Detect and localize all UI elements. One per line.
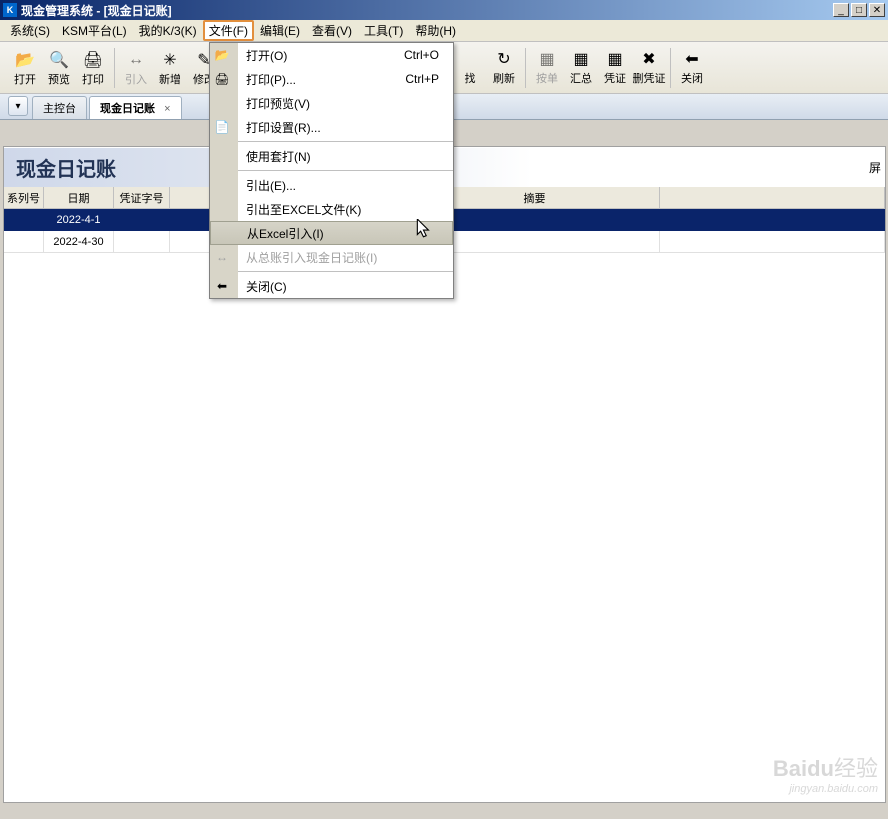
separator (238, 141, 453, 142)
close-icon: ⬅ (214, 278, 230, 294)
print-icon: 🖨 (76, 49, 110, 71)
menu-item-import-excel[interactable]: 从Excel引入(I) (210, 221, 453, 245)
title-bar: K 现金管理系统 - [现金日记账] _ □ ✕ (0, 0, 888, 20)
shortcut: Ctrl+P (405, 72, 445, 86)
menu-bar: 系统(S) KSM平台(L) 我的K/3(K) 文件(F) 编辑(E) 查看(V… (0, 20, 888, 42)
separator (525, 48, 526, 88)
minimize-button[interactable]: _ (833, 3, 849, 17)
menu-tools[interactable]: 工具(T) (358, 20, 409, 41)
menu-help[interactable]: 帮助(H) (409, 20, 462, 41)
menu-item-print-preview[interactable]: 打印预览(V) (238, 91, 453, 115)
cell-date: 2022-4-30 (44, 231, 114, 253)
col-extra[interactable] (660, 187, 885, 209)
app-icon: K (3, 3, 17, 17)
separator (238, 271, 453, 272)
tool-summary[interactable]: ▦ 汇总 (564, 48, 598, 88)
menu-myk3[interactable]: 我的K/3(K) (133, 20, 203, 41)
tab-close-button[interactable]: × (164, 103, 170, 115)
tab-main-console[interactable]: 主控台 (32, 96, 87, 119)
cell (114, 209, 170, 231)
window-controls: _ □ ✕ (833, 3, 885, 17)
right-label: 屏 (869, 159, 885, 176)
bill-icon: ▦ (530, 48, 564, 70)
cell (4, 231, 44, 253)
transfer-icon: ↔ (214, 249, 230, 265)
col-voucher-no[interactable]: 凭证字号 (114, 187, 170, 209)
shortcut: Ctrl+O (404, 48, 445, 62)
menu-edit[interactable]: 编辑(E) (254, 20, 306, 41)
cell (4, 209, 44, 231)
tool-delvoucher[interactable]: ✖ 删凭证 (632, 48, 666, 88)
separator (238, 170, 453, 171)
tab-label: 现金日记账 (100, 103, 155, 115)
refresh-icon: ↻ (487, 48, 521, 70)
tool-voucher[interactable]: ▦ 凭证 (598, 48, 632, 88)
tool-close[interactable]: ⬅ 关闭 (675, 48, 709, 88)
cell (114, 231, 170, 253)
menu-item-export-excel[interactable]: 引出至EXCEL文件(K) (238, 197, 453, 221)
file-menu-dropdown: 📂 打开(O) Ctrl+O 🖨 打印(P)... Ctrl+P 打印预览(V)… (209, 42, 454, 299)
menu-item-print-settings[interactable]: 📄 打印设置(R)... (238, 115, 453, 139)
tool-print[interactable]: 🖨 打印 (76, 49, 110, 87)
menu-item-export[interactable]: 引出(E)... (238, 173, 453, 197)
tool-add[interactable]: ✳ 新增 (153, 49, 187, 87)
tab-dropdown-button[interactable]: ▾ (8, 96, 28, 116)
menu-file[interactable]: 文件(F) (203, 20, 254, 41)
page-title: 现金日记账 (16, 153, 116, 182)
tool-find[interactable]: 找 (453, 48, 487, 88)
menu-item-import-gl: ↔ 从总账引入现金日记账(I) (238, 245, 453, 269)
col-date[interactable]: 日期 (44, 187, 114, 209)
page-icon: 📄 (214, 119, 230, 135)
menu-ksm[interactable]: KSM平台(L) (56, 20, 133, 41)
maximize-button[interactable]: □ (851, 3, 867, 17)
menu-item-open[interactable]: 📂 打开(O) Ctrl+O (238, 43, 453, 67)
tool-bybill: ▦ 按单 (530, 48, 564, 88)
close-icon: ⬅ (675, 48, 709, 70)
separator (670, 48, 671, 88)
separator (114, 48, 115, 88)
tab-cash-journal[interactable]: 现金日记账 × (89, 96, 182, 119)
window-title: 现金管理系统 - [现金日记账] (21, 2, 833, 19)
tool-preview[interactable]: 🔍 预览 (42, 49, 76, 87)
preview-icon: 🔍 (42, 49, 76, 71)
menu-item-close[interactable]: ⬅ 关闭(C) (238, 274, 453, 298)
menu-view[interactable]: 查看(V) (306, 20, 358, 41)
add-icon: ✳ (153, 49, 187, 71)
col-serial[interactable]: 系列号 (4, 187, 44, 209)
menu-system[interactable]: 系统(S) (4, 20, 56, 41)
find-icon (453, 48, 487, 70)
import-icon: ↔ (119, 49, 153, 71)
delete-icon: ✖ (632, 48, 666, 70)
cell-date: 2022-4-1 (44, 209, 114, 231)
tool-import: ↔ 引入 (119, 49, 153, 87)
menu-item-use-template[interactable]: 使用套打(N) (238, 144, 453, 168)
summary-icon: ▦ (564, 48, 598, 70)
voucher-icon: ▦ (598, 48, 632, 70)
open-icon: 📂 (214, 47, 230, 63)
print-icon: 🖨 (214, 71, 230, 87)
tool-open[interactable]: 📂 打开 (8, 49, 42, 87)
close-button[interactable]: ✕ (869, 3, 885, 17)
menu-item-print[interactable]: 🖨 打印(P)... Ctrl+P (238, 67, 453, 91)
open-icon: 📂 (8, 49, 42, 71)
tool-refresh[interactable]: ↻ 刷新 (487, 48, 521, 88)
cell (660, 209, 885, 231)
cell (660, 231, 885, 253)
